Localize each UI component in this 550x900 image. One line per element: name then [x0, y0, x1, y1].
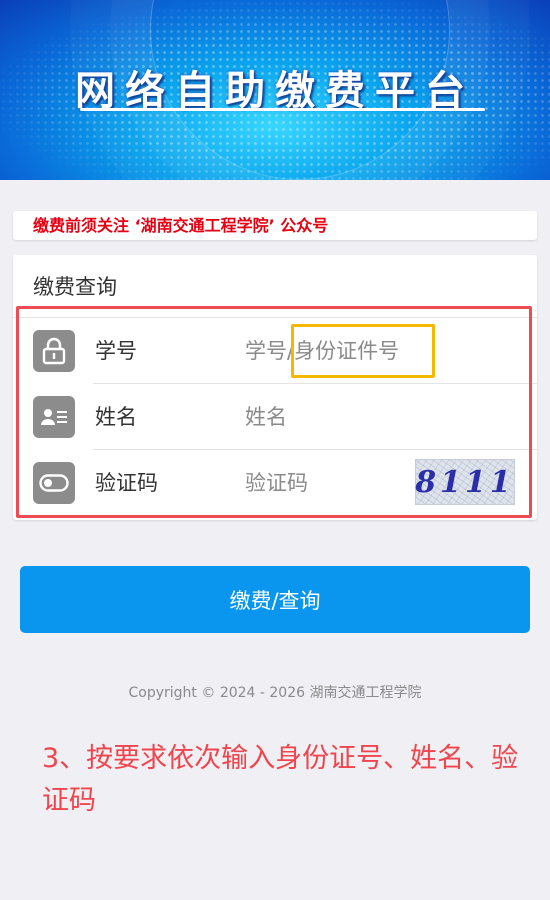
name-row: 姓名	[13, 384, 537, 450]
student-id-label: 学号	[95, 339, 137, 363]
panel-title: 缴费查询	[33, 275, 117, 299]
name-input[interactable]	[245, 396, 435, 438]
copyright-text: Copyright © 2024 - 2026 湖南交通工程学院	[128, 685, 422, 701]
id-card-icon	[33, 396, 75, 438]
name-label: 姓名	[95, 405, 137, 429]
notice-bar: 缴费前须关注 ‘湖南交通工程学院’ 公众号	[13, 211, 537, 240]
captcha-row: 验证码 8111	[13, 450, 537, 516]
student-id-row: 学号	[13, 318, 537, 384]
toggle-icon	[33, 462, 75, 504]
pay-query-button[interactable]: 缴费/查询	[20, 566, 530, 633]
banner-title-underline	[80, 108, 485, 111]
captcha-input[interactable]	[245, 462, 395, 504]
captcha-label: 验证码	[95, 471, 158, 495]
captcha-image[interactable]: 8111	[415, 459, 515, 505]
instruction-annotation: 3、按要求依次输入身份证号、姓名、验证码	[42, 743, 519, 816]
query-panel: 缴费查询 学号 姓名	[13, 255, 537, 520]
lock-icon	[33, 330, 75, 372]
student-id-input[interactable]	[245, 330, 435, 372]
header-banner: 网络自助缴费平台	[0, 0, 550, 180]
